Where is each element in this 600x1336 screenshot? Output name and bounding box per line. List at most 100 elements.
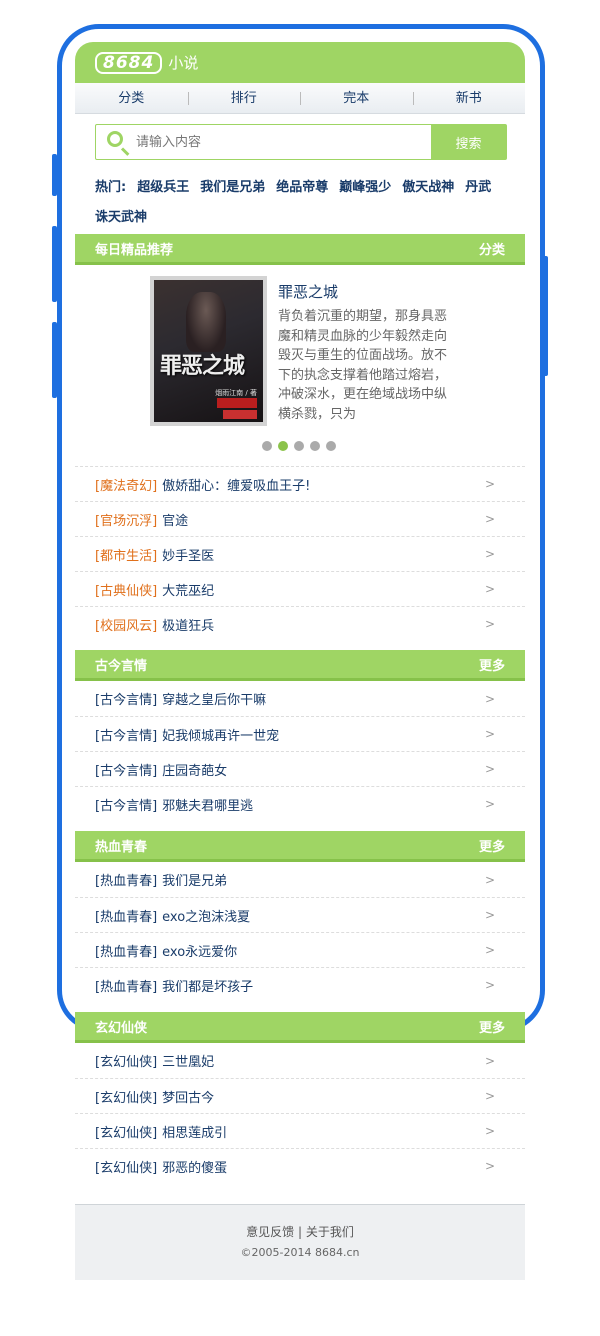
search-icon xyxy=(96,125,136,159)
hot-link[interactable]: 超级兵王 xyxy=(137,180,189,195)
item-title[interactable]: 极道狂兵 xyxy=(162,615,485,634)
hot-link[interactable]: 傲天战神 xyxy=(402,180,454,195)
nav-new-books[interactable]: 新书 xyxy=(412,83,526,113)
cover-logo-badge xyxy=(223,410,257,419)
feedback-link[interactable]: 意见反馈 xyxy=(246,1225,294,1239)
cover-author: 烟雨江南 / 著 xyxy=(215,389,257,397)
featured-book-description: 背负着沉重的期望，那身具恶魔和精灵血脉的少年毅然走向毁灭与重生的位面战场。放不下… xyxy=(278,309,448,422)
chevron-right-icon: > xyxy=(484,1089,495,1103)
item-title[interactable]: 我们都是坏孩子 xyxy=(162,976,485,995)
nav-completed[interactable]: 完本 xyxy=(300,83,413,113)
cover-art: 罪恶之城 烟雨江南 / 著 xyxy=(154,280,263,422)
about-link[interactable]: 关于我们 xyxy=(306,1225,354,1239)
section-more-link[interactable]: 更多 xyxy=(479,655,505,674)
carousel-dot[interactable] xyxy=(326,441,336,451)
item-category[interactable]: [热血青春] xyxy=(95,870,157,889)
list-item[interactable]: [校园风云] 极道狂兵 > xyxy=(75,606,525,641)
item-title[interactable]: 相思莲成引 xyxy=(162,1122,485,1141)
search-button[interactable]: 搜索 xyxy=(431,125,506,159)
list-item[interactable]: [热血青春] 我们都是坏孩子 > xyxy=(75,967,525,1002)
list-item[interactable]: [官场沉浮] 官途 > xyxy=(75,501,525,536)
copyright: ©2005-2014 8684.cn xyxy=(240,1246,360,1259)
carousel-dot[interactable] xyxy=(262,441,272,451)
book-cover[interactable]: 罪恶之城 烟雨江南 / 著 xyxy=(150,276,267,426)
list-item[interactable]: [魔法奇幻] 傲娇甜心：缠爱吸血王子! > xyxy=(75,466,525,501)
item-category[interactable]: [都市生活] xyxy=(95,545,157,564)
chevron-right-icon: > xyxy=(484,547,495,561)
item-category[interactable]: [热血青春] xyxy=(95,976,157,995)
item-title[interactable]: 梦回古今 xyxy=(162,1087,485,1106)
chevron-right-icon: > xyxy=(484,943,495,957)
list-item[interactable]: [古今言情] 妃我倾城再许一世宠 > xyxy=(75,716,525,751)
list-item[interactable]: [古今言情] 庄园奇葩女 > xyxy=(75,751,525,786)
item-category[interactable]: [古典仙侠] xyxy=(95,580,157,599)
item-category[interactable]: [校园风云] xyxy=(95,615,157,634)
chevron-right-icon: > xyxy=(484,978,495,992)
item-category[interactable]: [玄幻仙侠] xyxy=(95,1087,157,1106)
item-category[interactable]: [热血青春] xyxy=(95,941,157,960)
chevron-right-icon: > xyxy=(484,582,495,596)
hot-link[interactable]: 绝品帝尊 xyxy=(276,180,328,195)
item-title[interactable]: 官途 xyxy=(162,510,485,529)
nav-ranking[interactable]: 排行 xyxy=(187,83,301,113)
item-category[interactable]: [玄幻仙侠] xyxy=(95,1157,157,1176)
section-header-fantasy: 玄幻仙侠 更多 xyxy=(75,1012,525,1043)
nav-category[interactable]: 分类 xyxy=(75,83,188,113)
section-more-link[interactable]: 更多 xyxy=(479,1017,505,1036)
section-header-recommend: 每日精品推荐 分类 xyxy=(75,234,525,265)
item-title[interactable]: 妃我倾城再许一世宠 xyxy=(162,725,485,744)
hot-link[interactable]: 我们是兄弟 xyxy=(200,180,265,195)
list-item[interactable]: [热血青春] 我们是兄弟 > xyxy=(75,862,525,897)
section-more-link[interactable]: 更多 xyxy=(479,836,505,855)
item-title[interactable]: 三世凰妃 xyxy=(162,1051,485,1070)
item-title[interactable]: 妙手圣医 xyxy=(162,545,485,564)
list-item[interactable]: [热血青春] exo之泡沫浅夏 > xyxy=(75,897,525,932)
item-category[interactable]: [玄幻仙侠] xyxy=(95,1122,157,1141)
carousel-dot[interactable] xyxy=(310,441,320,451)
section-title: 玄幻仙侠 xyxy=(95,1020,148,1036)
logo[interactable]: 8684 xyxy=(95,51,163,74)
search-input[interactable] xyxy=(136,125,431,159)
chevron-right-icon: > xyxy=(484,512,495,526)
list-item[interactable]: [玄幻仙侠] 邪恶的傻蛋 > xyxy=(75,1148,525,1183)
item-category[interactable]: [古今言情] xyxy=(95,795,157,814)
recommend-list: [魔法奇幻] 傲娇甜心：缠爱吸血王子! > [官场沉浮] 官途 > [都市生活] 妙手圣医… xyxy=(75,466,525,641)
chevron-right-icon: > xyxy=(484,617,495,631)
item-title[interactable]: 庄园奇葩女 xyxy=(162,760,485,779)
list-item[interactable]: [古典仙侠] 大荒巫纪 > xyxy=(75,571,525,606)
footer-separator: | xyxy=(297,1225,303,1239)
section-title: 热血青春 xyxy=(95,839,148,855)
item-category[interactable]: [官场沉浮] xyxy=(95,510,157,529)
chevron-right-icon: > xyxy=(484,691,495,706)
hot-link[interactable]: 丹武 xyxy=(465,180,491,195)
list-item[interactable]: [古今言情] 穿越之皇后你干嘛 > xyxy=(75,681,525,716)
item-category[interactable]: [热血青春] xyxy=(95,906,157,925)
item-title[interactable]: 大荒巫纪 xyxy=(162,580,485,599)
list-item[interactable]: [都市生活] 妙手圣医 > xyxy=(75,536,525,571)
item-category[interactable]: [古今言情] xyxy=(95,689,157,708)
item-title[interactable]: 邪魅夫君哪里逃 xyxy=(162,795,485,814)
item-category[interactable]: [玄幻仙侠] xyxy=(95,1051,157,1070)
hot-link[interactable]: 巅峰强少 xyxy=(339,180,391,195)
list-item[interactable]: [古今言情] 邪魅夫君哪里逃 > xyxy=(75,786,525,821)
carousel-dot[interactable] xyxy=(294,441,304,451)
item-title[interactable]: exo永远爱你 xyxy=(162,941,485,960)
item-category[interactable]: [魔法奇幻] xyxy=(95,475,157,494)
item-title[interactable]: exo之泡沫浅夏 xyxy=(162,906,485,925)
item-title[interactable]: 穿越之皇后你干嘛 xyxy=(162,689,485,708)
item-title[interactable]: 邪恶的傻蛋 xyxy=(162,1157,485,1176)
item-title[interactable]: 我们是兄弟 xyxy=(162,870,485,889)
hot-label: 热门: xyxy=(95,180,127,195)
main-nav: 分类 排行 完本 新书 xyxy=(75,83,525,114)
hot-link[interactable]: 诛天武神 xyxy=(95,210,147,225)
carousel-dot-active[interactable] xyxy=(278,441,288,451)
featured-book-title[interactable]: 罪恶之城 xyxy=(278,281,338,302)
list-item[interactable]: [玄幻仙侠] 相思莲成引 > xyxy=(75,1113,525,1148)
list-item[interactable]: [热血青春] exo永远爱你 > xyxy=(75,932,525,967)
item-category[interactable]: [古今言情] xyxy=(95,760,157,779)
section-more-link[interactable]: 分类 xyxy=(479,239,505,258)
item-category[interactable]: [古今言情] xyxy=(95,725,157,744)
item-title[interactable]: 傲娇甜心：缠爱吸血王子! xyxy=(162,475,485,494)
list-item[interactable]: [玄幻仙侠] 三世凰妃 > xyxy=(75,1043,525,1078)
list-item[interactable]: [玄幻仙侠] 梦回古今 > xyxy=(75,1078,525,1113)
